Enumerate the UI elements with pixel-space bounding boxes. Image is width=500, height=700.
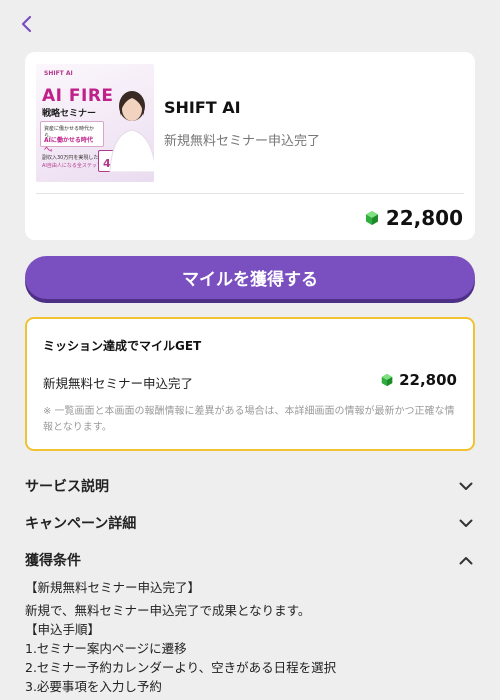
conditions-details: 【新規無料セミナー申込完了】 新規で、無料セミナー申込完了で成果となります。 【… bbox=[25, 578, 475, 696]
accordion-acquisition-conditions[interactable]: 獲得条件 bbox=[25, 547, 475, 573]
offer-thumbnail: SHIFT AI AI FIRE 戦略セミナー 資産に働かせる時代から、 AIに… bbox=[36, 64, 154, 182]
offer-title: SHIFT AI bbox=[164, 98, 241, 117]
mission-title: ミッション達成でマイルGET bbox=[43, 339, 202, 353]
green-gem-icon bbox=[381, 373, 393, 387]
earn-miles-button[interactable]: マイルを獲得する bbox=[25, 256, 475, 299]
chevron-up-icon bbox=[457, 551, 475, 569]
accordion-campaign-details[interactable]: キャンペーン詳細 bbox=[25, 510, 475, 536]
thumbnail-box-line2: AIに働かせる時代へ。 bbox=[44, 137, 93, 153]
thumbnail-message-box: 資産に働かせる時代から、 AIに働かせる時代へ。 bbox=[40, 121, 104, 153]
mission-disclaimer: ※ 一覧画面と本画面の報酬情報に差異がある場合は、本詳細画面の情報が最新かつ正確… bbox=[43, 406, 455, 433]
chevron-down-icon bbox=[457, 514, 475, 532]
offer-divider bbox=[36, 193, 464, 194]
steps-heading: 【申込手順】 bbox=[25, 622, 101, 637]
offer-card: SHIFT AI AI FIRE 戦略セミナー 資産に働かせる時代から、 AIに… bbox=[25, 52, 475, 240]
back-button[interactable] bbox=[14, 12, 38, 36]
thumbnail-subhead: 戦略セミナー bbox=[42, 109, 97, 119]
offer-subtitle: 新規無料セミナー申込完了 bbox=[164, 134, 321, 149]
step-3: 3.必要事項を入力し予約 bbox=[25, 679, 162, 694]
conditions-description: 新規で、無料セミナー申込完了で成果となります。 bbox=[25, 603, 311, 618]
step-2: 2.セミナー予約カレンダーより、空きがある日程を選択 bbox=[25, 660, 337, 675]
thumbnail-person-illustration bbox=[109, 91, 154, 172]
accordion-label-conditions: 獲得条件 bbox=[25, 553, 81, 569]
accordion-label-service: サービス説明 bbox=[25, 479, 109, 495]
chevron-down-icon bbox=[457, 477, 475, 495]
chevron-left-icon bbox=[21, 15, 32, 33]
offer-miles: 22,800 bbox=[364, 205, 463, 231]
offer-miles-value: 22,800 bbox=[385, 206, 463, 230]
thumbnail-brand: SHIFT AI bbox=[44, 70, 73, 77]
mission-row-value: 22,800 bbox=[399, 371, 457, 389]
accordion-service-description[interactable]: サービス説明 bbox=[25, 473, 475, 499]
offer-detail-page: SHIFT AI AI FIRE 戦略セミナー 資産に働かせる時代から、 AIに… bbox=[0, 0, 500, 700]
accordion-label-campaign: キャンペーン詳細 bbox=[25, 516, 137, 532]
green-gem-icon bbox=[365, 211, 378, 225]
mission-row-label: 新規無料セミナー申込完了 bbox=[43, 376, 194, 391]
conditions-heading: 【新規無料セミナー申込完了】 bbox=[25, 580, 201, 595]
step-1: 1.セミナー案内ページに遷移 bbox=[25, 641, 187, 656]
thumbnail-small-line2: AI自由人になる全ステップ bbox=[42, 163, 102, 169]
mission-row-miles: 22,800 bbox=[380, 369, 457, 391]
thumbnail-small-line1: 副収入30万円を実現した、 bbox=[42, 155, 104, 161]
mission-card: ミッション達成でマイルGET 新規無料セミナー申込完了 22,800 ※ 一覧画… bbox=[25, 317, 475, 451]
